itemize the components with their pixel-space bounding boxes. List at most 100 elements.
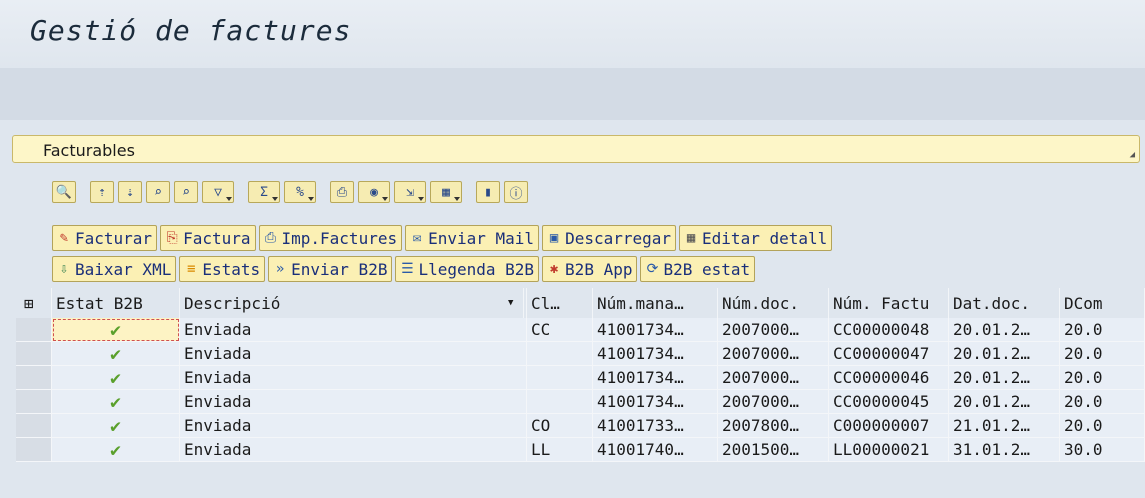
col-header-num-factu[interactable]: Núm. Factu [829, 288, 949, 318]
sort-ascending-icon[interactable]: ⇡ [90, 181, 114, 203]
details-icon[interactable]: 🔍 [52, 181, 76, 203]
enviar-mail-button[interactable]: ✉ Enviar Mail [405, 225, 540, 251]
status-check-icon[interactable]: ✔ [52, 414, 180, 438]
cell-num-mana[interactable]: 41001740… [593, 438, 718, 462]
cell-num-doc[interactable]: 2007000… [718, 390, 829, 414]
section-label: Facturables [43, 141, 135, 160]
cell-dcom[interactable]: 20.0 [1060, 390, 1145, 414]
cell-cl[interactable]: CO [527, 414, 593, 438]
cell-num-factu[interactable]: CC00000046 [829, 366, 949, 390]
cell-descripcio[interactable]: Enviada [180, 438, 527, 462]
cell-num-factu[interactable]: LL00000021 [829, 438, 949, 462]
cell-descripcio[interactable]: Enviada [180, 318, 527, 342]
b2b-app-button[interactable]: ✱ B2B App [542, 256, 638, 282]
sum-icon[interactable]: Σ [248, 181, 280, 203]
row-selector[interactable] [16, 438, 52, 462]
cell-num-factu[interactable]: CC00000045 [829, 390, 949, 414]
cell-cl[interactable] [527, 342, 593, 366]
subtotal-icon[interactable]: % [284, 181, 316, 203]
cell-dat-doc[interactable]: 21.01.2… [949, 414, 1060, 438]
cell-descripcio[interactable]: Enviada [180, 366, 527, 390]
info-icon[interactable]: ⓘ [504, 181, 528, 203]
export-icon[interactable]: ⇲ [394, 181, 426, 203]
col-header-num-mana[interactable]: Núm.mana… [593, 288, 718, 318]
layout-icon[interactable]: ▦ [430, 181, 462, 203]
table-row[interactable]: ✔ Enviada 41001734… 2007000… CC00000045 20.01… [16, 390, 1145, 414]
col-header-estat[interactable]: Estat B2B [52, 288, 180, 318]
cell-cl[interactable] [527, 366, 593, 390]
cell-descripcio[interactable]: Enviada [180, 414, 527, 438]
table-row[interactable]: ✔ Enviada LL 41001740… 2001500… LL00000021 31.… [16, 438, 1145, 462]
section-header[interactable]: Facturables ◢ [12, 135, 1140, 163]
cell-dcom[interactable]: 20.0 [1060, 318, 1145, 342]
factura-button[interactable]: ⎘ Factura [160, 225, 256, 251]
cell-descripcio[interactable]: Enviada [180, 390, 527, 414]
cell-cl[interactable]: LL [527, 438, 593, 462]
cell-dat-doc[interactable]: 20.01.2… [949, 318, 1060, 342]
cell-num-doc[interactable]: 2007000… [718, 342, 829, 366]
row-selector[interactable] [16, 318, 52, 342]
cell-num-doc[interactable]: 2001500… [718, 438, 829, 462]
cell-num-mana[interactable]: 41001734… [593, 318, 718, 342]
cell-dcom[interactable]: 30.0 [1060, 438, 1145, 462]
cell-dcom[interactable]: 20.0 [1060, 414, 1145, 438]
cell-cl[interactable] [527, 390, 593, 414]
filter-icon[interactable]: ▽ [202, 181, 234, 203]
status-check-icon[interactable]: ✔ [52, 318, 180, 342]
select-all-icon[interactable]: ⊞ [16, 288, 52, 318]
view-icon[interactable]: ◉ [358, 181, 390, 203]
cell-num-factu[interactable]: CC00000047 [829, 342, 949, 366]
cell-num-mana[interactable]: 41001733… [593, 414, 718, 438]
table-row[interactable]: ✔ Enviada 41001734… 2007000… CC00000047 20.01… [16, 342, 1145, 366]
facturar-button[interactable]: ✎ Facturar [52, 225, 158, 251]
cell-dcom[interactable]: 20.0 [1060, 342, 1145, 366]
cell-num-doc[interactable]: 2007000… [718, 366, 829, 390]
cell-num-mana[interactable]: 41001734… [593, 342, 718, 366]
cell-dat-doc[interactable]: 20.01.2… [949, 342, 1060, 366]
baixar-xml-button[interactable]: ⇩ Baixar XML [52, 256, 177, 282]
row-selector[interactable] [16, 342, 52, 366]
pencil-icon: ✎ [59, 230, 69, 246]
col-header-descripcio[interactable]: Descripció [180, 288, 527, 318]
cell-cl[interactable]: CC [527, 318, 593, 342]
table-row[interactable]: ✔ Enviada 41001734… 2007000… CC00000046 20.01… [16, 366, 1145, 390]
find-icon[interactable]: ⌕ [146, 181, 170, 203]
cell-dat-doc[interactable]: 20.01.2… [949, 366, 1060, 390]
status-check-icon[interactable]: ✔ [52, 390, 180, 414]
cell-dat-doc[interactable]: 20.01.2… [949, 390, 1060, 414]
descarregar-button[interactable]: ▣ Descarregar [542, 225, 677, 251]
cell-num-mana[interactable]: 41001734… [593, 390, 718, 414]
cell-num-mana[interactable]: 41001734… [593, 366, 718, 390]
col-header-num-doc[interactable]: Núm.doc. [718, 288, 829, 318]
row-selector[interactable] [16, 366, 52, 390]
cell-num-factu[interactable]: C000000007 [829, 414, 949, 438]
col-header-dcom[interactable]: DCom [1060, 288, 1145, 318]
col-header-cl[interactable]: Cl… [527, 288, 593, 318]
cell-num-doc[interactable]: 2007000… [718, 318, 829, 342]
row-selector[interactable] [16, 414, 52, 438]
cell-num-factu[interactable]: CC00000048 [829, 318, 949, 342]
table-row[interactable]: ✔ Enviada CC 41001734… 2007000… CC00000048 20.… [16, 318, 1145, 342]
col-header-dat-doc[interactable]: Dat.doc. [949, 288, 1060, 318]
status-check-icon[interactable]: ✔ [52, 438, 180, 462]
table-row[interactable]: ✔ Enviada CO 41001733… 2007800… C000000007 21.… [16, 414, 1145, 438]
alv-toolbar: 🔍 ⇡ ⇣ ⌕ ⌕ ▽ Σ % ⎙ ◉ ⇲ ▦ ▮ ⓘ [52, 178, 528, 206]
graphic-icon[interactable]: ▮ [476, 181, 500, 203]
status-check-icon[interactable]: ✔ [52, 366, 180, 390]
estats-button[interactable]: ≡ Estats [179, 256, 266, 282]
status-check-icon[interactable]: ✔ [52, 342, 180, 366]
print-icon[interactable]: ⎙ [330, 181, 354, 203]
enviar-b2b-button[interactable]: » Enviar B2B [268, 256, 393, 282]
resize-handle-icon[interactable]: ◢ [1130, 150, 1135, 160]
editar-detall-button[interactable]: ▦ Editar detall [679, 225, 833, 251]
row-selector[interactable] [16, 390, 52, 414]
llegenda-b2b-button[interactable]: ☰ Llegenda B2B [395, 256, 540, 282]
imp-factures-button[interactable]: ⎙ Imp.Factures [258, 225, 403, 251]
sort-descending-icon[interactable]: ⇣ [118, 181, 142, 203]
cell-descripcio[interactable]: Enviada [180, 342, 527, 366]
b2b-estat-button[interactable]: ⟳ B2B estat [640, 256, 756, 282]
cell-dat-doc[interactable]: 31.01.2… [949, 438, 1060, 462]
cell-num-doc[interactable]: 2007800… [718, 414, 829, 438]
cell-dcom[interactable]: 20.0 [1060, 366, 1145, 390]
find-next-icon[interactable]: ⌕ [174, 181, 198, 203]
